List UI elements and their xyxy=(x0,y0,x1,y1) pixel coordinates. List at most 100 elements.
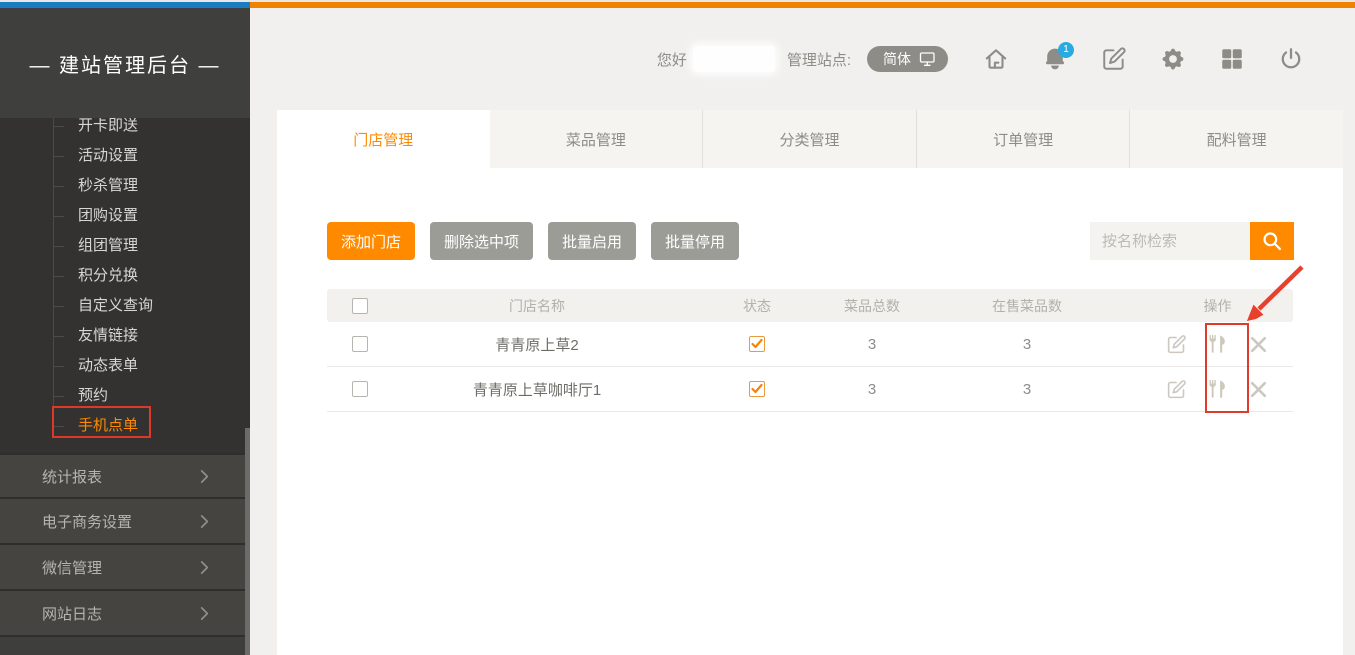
edit-button[interactable] xyxy=(1101,46,1127,72)
check-icon xyxy=(751,383,763,395)
logout-button[interactable] xyxy=(1278,46,1304,72)
sidebar-section-ecommerce-settings[interactable]: 电子商务设置 xyxy=(0,499,250,545)
tab-content: 添加门店 删除选中项 批量启用 批量停用 门店名称 状态 菜品总数 xyxy=(277,168,1343,655)
table-row: 青青原上草2 3 3 xyxy=(327,322,1293,367)
tab-label: 分类管理 xyxy=(779,129,839,150)
main-panel: 门店管理 菜品管理 分类管理 订单管理 配料管理 添加门店 删除选中项 批量启用… xyxy=(277,110,1343,655)
sidebar-item-activity-settings[interactable]: 活动设置 xyxy=(0,141,250,171)
batch-disable-button[interactable]: 批量停用 xyxy=(651,222,739,260)
sidebar-item-label: 友情链接 xyxy=(78,327,138,344)
column-header-dishes-on-sale: 在售菜品数 xyxy=(912,296,1142,316)
greeting-text: 您好 xyxy=(657,49,687,70)
section-label: 网站日志 xyxy=(42,603,102,624)
batch-enable-button[interactable]: 批量启用 xyxy=(548,222,636,260)
sidebar-item-friendly-links[interactable]: 友情链接 xyxy=(0,321,250,351)
tab-ingredient-management[interactable]: 配料管理 xyxy=(1129,110,1343,168)
notifications-button[interactable]: 1 xyxy=(1042,46,1068,72)
sidebar-submenu: 开卡即送 活动设置 秒杀管理 团购设置 组团管理 积分兑换 自定义查询 友情链接… xyxy=(0,118,250,453)
sidebar-item-label: 团购设置 xyxy=(78,207,138,224)
sidebar-sections: 统计报表 电子商务设置 微信管理 网站日志 xyxy=(0,453,250,655)
language-label: 简体 xyxy=(883,49,911,69)
gear-icon xyxy=(1160,46,1186,72)
sidebar-item-points-exchange[interactable]: 积分兑换 xyxy=(0,261,250,291)
top-header: 您好 管理站点: 简体 1 xyxy=(250,8,1355,110)
toolbar: 添加门店 删除选中项 批量启用 批量停用 xyxy=(327,222,1294,260)
sidebar-item-label: 预约 xyxy=(78,387,108,404)
sidebar-item-label: 动态表单 xyxy=(78,357,138,374)
column-header-store-name: 门店名称 xyxy=(392,296,682,316)
chevron-right-icon xyxy=(197,469,212,484)
edit-icon xyxy=(1166,379,1187,400)
add-store-button[interactable]: 添加门店 xyxy=(327,222,415,260)
top-strip xyxy=(0,0,1355,8)
status-checkbox[interactable] xyxy=(749,381,765,397)
sidebar-section-stats-report[interactable]: 统计报表 xyxy=(0,453,250,499)
edit-store-button[interactable] xyxy=(1166,379,1187,400)
home-button[interactable] xyxy=(983,46,1009,72)
select-all-checkbox[interactable] xyxy=(352,298,368,314)
check-icon xyxy=(751,338,763,350)
store-table: 门店名称 状态 菜品总数 在售菜品数 操作 青青原上草2 3 3 xyxy=(327,289,1293,412)
fork-knife-icon xyxy=(1207,379,1228,400)
edit-store-button[interactable] xyxy=(1166,334,1187,355)
delete-store-button[interactable] xyxy=(1248,334,1269,355)
close-icon xyxy=(1248,379,1269,400)
chevron-right-icon xyxy=(197,606,212,621)
tab-category-management[interactable]: 分类管理 xyxy=(702,110,916,168)
sidebar-item-group-buy[interactable]: 团购设置 xyxy=(0,201,250,231)
delete-selected-button[interactable]: 删除选中项 xyxy=(430,222,533,260)
tab-store-management[interactable]: 门店管理 xyxy=(277,110,490,168)
sidebar-title: — 建站管理后台 — xyxy=(0,8,250,118)
sidebar-item-label: 组团管理 xyxy=(78,237,138,254)
edit-icon xyxy=(1166,334,1187,355)
sidebar-item-label: 开卡即送 xyxy=(78,118,138,134)
tab-bar: 门店管理 菜品管理 分类管理 订单管理 配料管理 xyxy=(277,110,1343,168)
chevron-right-icon xyxy=(197,560,212,575)
fork-knife-icon xyxy=(1207,334,1228,355)
search-input[interactable] xyxy=(1090,222,1250,260)
status-checkbox[interactable] xyxy=(749,336,765,352)
sidebar-section-wechat-management[interactable]: 微信管理 xyxy=(0,545,250,591)
column-header-actions: 操作 xyxy=(1142,296,1293,316)
search-button[interactable] xyxy=(1250,222,1294,260)
tab-order-management[interactable]: 订单管理 xyxy=(916,110,1130,168)
dishes-on-sale: 3 xyxy=(912,381,1142,398)
apps-button[interactable] xyxy=(1219,46,1245,72)
sidebar-item-group-team[interactable]: 组团管理 xyxy=(0,231,250,261)
tab-dish-management[interactable]: 菜品管理 xyxy=(490,110,703,168)
row-checkbox[interactable] xyxy=(352,336,368,352)
language-site-button[interactable]: 简体 xyxy=(867,46,948,72)
search-box xyxy=(1090,222,1294,260)
sidebar-item-seckill[interactable]: 秒杀管理 xyxy=(0,171,250,201)
sidebar-item-card-gift[interactable]: 开卡即送 xyxy=(0,118,250,141)
sidebar-item-reservation[interactable]: 预约 xyxy=(0,381,250,411)
sidebar-item-dynamic-forms[interactable]: 动态表单 xyxy=(0,351,250,381)
section-label: 微信管理 xyxy=(42,557,102,578)
column-header-status: 状态 xyxy=(682,296,832,316)
delete-store-button[interactable] xyxy=(1248,379,1269,400)
tab-label: 门店管理 xyxy=(353,129,413,150)
site-label: 管理站点: xyxy=(787,49,851,70)
settings-button[interactable] xyxy=(1160,46,1186,72)
tab-label: 订单管理 xyxy=(993,129,1053,150)
notification-badge: 1 xyxy=(1058,42,1074,58)
sidebar-item-mobile-ordering[interactable]: 手机点单 xyxy=(0,411,250,441)
dishes-menu-button[interactable] xyxy=(1207,379,1228,400)
sidebar-scrollbar-thumb[interactable] xyxy=(245,428,250,655)
dishes-menu-button[interactable] xyxy=(1207,334,1228,355)
row-checkbox[interactable] xyxy=(352,381,368,397)
sidebar-item-label: 积分兑换 xyxy=(78,267,138,284)
column-header-total-dishes: 菜品总数 xyxy=(832,296,912,316)
sidebar-item-custom-query[interactable]: 自定义查询 xyxy=(0,291,250,321)
section-label: 电子商务设置 xyxy=(42,511,132,532)
tab-label: 菜品管理 xyxy=(566,129,626,150)
close-icon xyxy=(1248,334,1269,355)
store-name: 青青原上草咖啡厅1 xyxy=(392,379,682,400)
power-icon xyxy=(1278,46,1304,72)
chevron-right-icon xyxy=(197,514,212,529)
table-row: 青青原上草咖啡厅1 3 3 xyxy=(327,367,1293,412)
sidebar-item-label: 自定义查询 xyxy=(78,297,153,314)
dishes-on-sale: 3 xyxy=(912,336,1142,353)
home-icon xyxy=(983,46,1009,72)
sidebar-section-site-logs[interactable]: 网站日志 xyxy=(0,591,250,637)
